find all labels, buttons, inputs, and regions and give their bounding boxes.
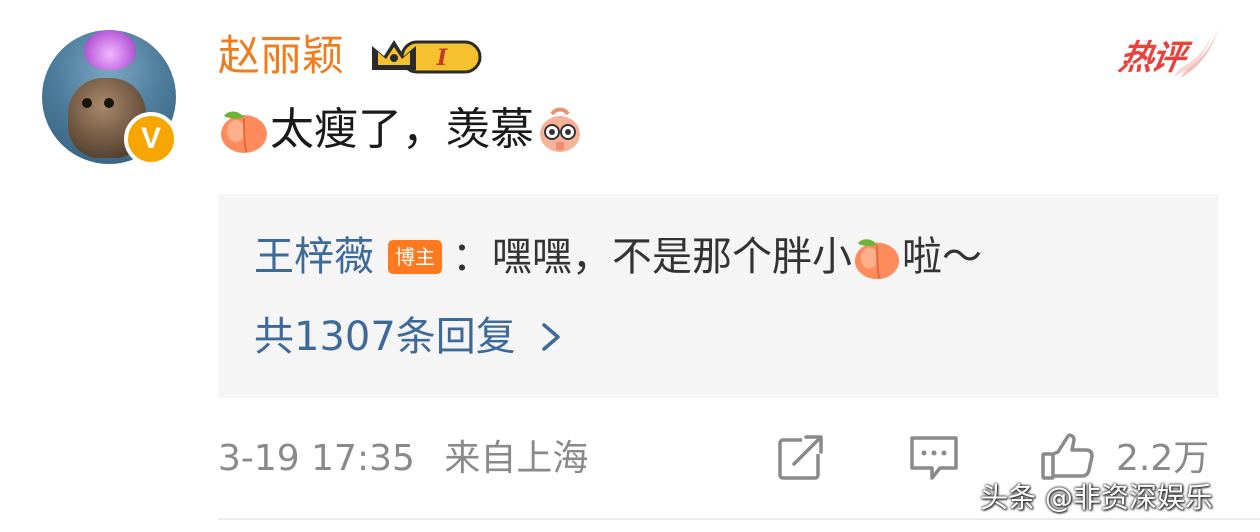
comment-username[interactable]: 赵丽颖 [218, 30, 344, 82]
reply-text-before: ：嘿嘿，不是那个胖小 [452, 234, 852, 280]
vip-level: I [436, 45, 448, 71]
watermark: 头条 @非资深娱乐 [980, 481, 1213, 514]
avatar-flower-decoration [84, 30, 136, 70]
reply-count-label: 共1307条回复 [254, 314, 516, 360]
reply-count-link[interactable]: 共1307条回复 [254, 310, 564, 364]
comment-datetime: 3-19 17:35 [218, 438, 415, 479]
verified-badge-icon: V [124, 112, 178, 166]
vip-crown-badge-icon[interactable]: I [368, 34, 484, 78]
reply-line: 王梓薇 博主 ：嘿嘿，不是那个胖小 啦～ [254, 230, 982, 284]
divider [218, 518, 1260, 520]
comment-meta: 3-19 17:35 来自上海 [218, 434, 588, 484]
chevron-right-icon [542, 323, 560, 351]
reply-username[interactable]: 王梓薇 [254, 230, 374, 284]
blogger-tag: 博主 [388, 240, 442, 274]
like-count: 2.2万 [1116, 438, 1210, 479]
reply-preview-box[interactable]: 王梓薇 博主 ：嘿嘿，不是那个胖小 啦～ 共1307条回复 [218, 194, 1218, 398]
comment-text-row: 太瘦了，羡慕 [218, 100, 586, 160]
comment-text: 太瘦了，羡慕 [270, 104, 534, 155]
like-icon[interactable] [1040, 432, 1094, 482]
comment-icon[interactable] [908, 432, 960, 482]
peach-emoji-icon [221, 111, 267, 153]
reply-text-after: 啦～ [902, 234, 982, 280]
hot-wing-icon [1174, 22, 1220, 78]
shy-emoji-icon [540, 107, 580, 152]
peach-emoji-icon [854, 239, 900, 280]
repost-icon[interactable] [776, 432, 826, 482]
comment-location: 来自上海 [444, 438, 589, 479]
